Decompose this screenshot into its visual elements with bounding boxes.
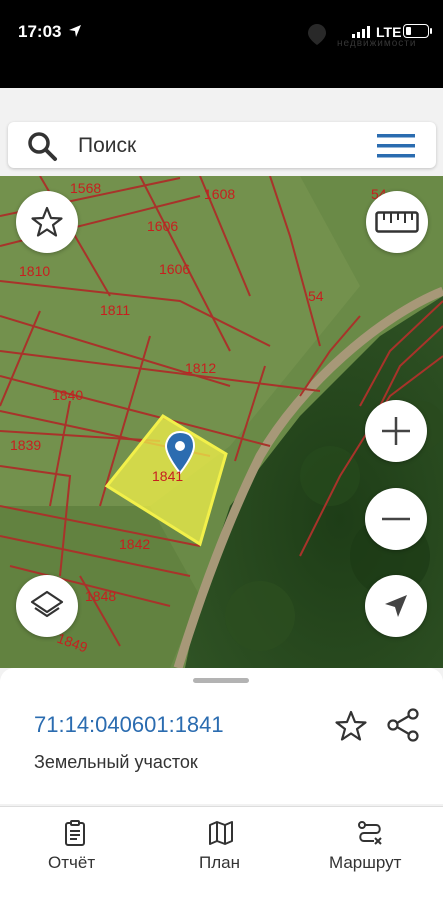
search-bar[interactable]: Поиск bbox=[8, 122, 436, 168]
plus-icon bbox=[382, 417, 410, 445]
cadastral-number[interactable]: 71:14:040601:1841 bbox=[34, 712, 224, 738]
share-icon[interactable] bbox=[385, 707, 421, 743]
tab-route-label: Маршрут bbox=[329, 853, 402, 872]
parcel-label: 1810 bbox=[19, 263, 50, 279]
parcel-label: 1848 bbox=[85, 588, 116, 604]
tab-plan[interactable]: План bbox=[176, 807, 266, 910]
search-input[interactable]: Поиск bbox=[78, 134, 136, 158]
layers-icon bbox=[30, 590, 64, 618]
layers-button[interactable] bbox=[16, 575, 78, 637]
parcel-label: 1812 bbox=[185, 360, 216, 376]
parcel-label: 1842 bbox=[119, 536, 150, 552]
network-type: LTE bbox=[376, 24, 402, 40]
battery-icon bbox=[403, 24, 429, 38]
battery-level bbox=[406, 27, 411, 35]
map-plan-icon bbox=[209, 821, 233, 845]
locate-arrow-icon bbox=[385, 595, 407, 617]
favorite-button[interactable] bbox=[16, 191, 78, 253]
parcel-label: 54 bbox=[308, 288, 324, 304]
status-bar: 17:03 недвижимости LTE bbox=[0, 0, 443, 88]
star-icon[interactable] bbox=[334, 709, 368, 743]
tab-route[interactable]: Маршрут bbox=[320, 807, 420, 910]
parcel-label: 1811 bbox=[100, 302, 130, 318]
star-icon bbox=[31, 206, 63, 237]
parcel-label: 1840 bbox=[52, 387, 83, 403]
locate-button[interactable] bbox=[365, 575, 427, 637]
parcel-label: 1606 bbox=[147, 218, 178, 234]
parcel-label: 1841 bbox=[152, 468, 183, 484]
object-type: Земельный участок bbox=[34, 752, 198, 772]
report-icon bbox=[65, 820, 85, 846]
minus-icon bbox=[382, 517, 410, 521]
tab-plan-label: План bbox=[199, 853, 240, 872]
menu-icon[interactable] bbox=[377, 132, 415, 160]
parcel-label: 1568 bbox=[70, 180, 101, 196]
signal-icon bbox=[352, 26, 370, 38]
status-time: 17:03 bbox=[18, 22, 62, 41]
sheet-drag-handle[interactable] bbox=[193, 678, 249, 683]
zoom-out-button[interactable] bbox=[365, 488, 427, 550]
battery-tip bbox=[430, 28, 432, 34]
tab-report-label: Отчёт bbox=[48, 853, 96, 872]
zoom-in-button[interactable] bbox=[365, 400, 427, 462]
location-arrow-icon bbox=[69, 25, 81, 37]
ruler-icon bbox=[375, 211, 419, 233]
object-info-sheet[interactable]: 71:14:040601:1841 Земельный участок bbox=[0, 668, 443, 804]
parcel-label: 1839 bbox=[10, 437, 41, 453]
parcel-label: 1608 bbox=[204, 186, 235, 202]
parcel-label: 1606 bbox=[159, 261, 190, 277]
search-icon[interactable] bbox=[26, 130, 58, 162]
ruler-button[interactable] bbox=[366, 191, 428, 253]
bottom-tab-bar: Отчёт План Маршрут bbox=[0, 806, 443, 910]
route-icon bbox=[358, 821, 382, 845]
tab-report[interactable]: Отчёт bbox=[30, 807, 120, 910]
